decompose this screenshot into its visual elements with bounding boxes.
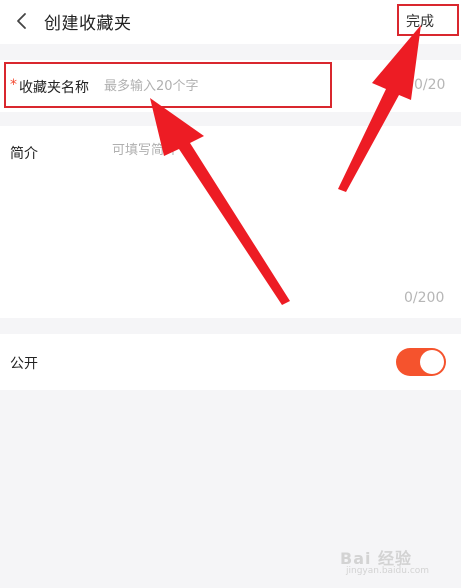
watermark-url: jingyan.baidu.com <box>346 566 430 576</box>
page-title: 创建收藏夹 <box>44 14 132 34</box>
intro-counter: 0/200 <box>404 290 445 306</box>
done-highlight-box <box>397 4 459 36</box>
public-label: 公开 <box>10 356 38 372</box>
public-row <box>0 334 461 390</box>
chevron-left-icon[interactable] <box>10 8 36 34</box>
intro-label: 简介 <box>10 146 38 162</box>
intro-textarea[interactable] <box>112 139 442 279</box>
toggle-knob <box>420 350 444 374</box>
public-toggle[interactable] <box>396 348 446 376</box>
name-counter: 0/20 <box>414 77 446 93</box>
name-highlight-box <box>4 62 332 108</box>
